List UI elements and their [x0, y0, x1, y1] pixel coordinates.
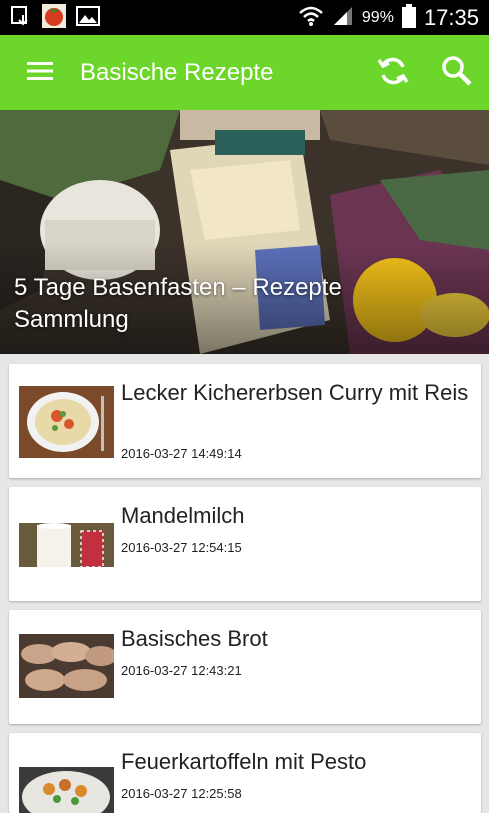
clock: 17:35: [423, 4, 479, 30]
recipe-title: Feuerkartoffeln mit Pesto: [121, 749, 367, 774]
hamburger-menu-icon: [27, 61, 53, 85]
recipe-card[interactable]: Mandelmilch 2016-03-27 12:54:15: [9, 487, 481, 601]
app-title: Basische Rezepte: [80, 58, 274, 86]
battery-percent: 99%: [361, 8, 394, 26]
recipe-thumbnail: [19, 634, 114, 698]
search-icon: [441, 55, 473, 91]
wifi-icon: [298, 5, 324, 31]
tomato-app-icon: [42, 3, 66, 32]
recipe-thumbnail: [19, 386, 114, 458]
refresh-icon: [376, 54, 410, 92]
recipe-thumbnail: [19, 767, 114, 813]
refresh-button[interactable]: [361, 35, 425, 110]
signal-icon: [332, 5, 354, 31]
search-button[interactable]: [425, 35, 489, 110]
recipe-date: 2016-03-27 12:25:58: [121, 786, 242, 801]
status-bar: 99% 17:35: [0, 0, 489, 35]
recipe-card[interactable]: Feuerkartoffeln mit Pesto 2016-03-27 12:…: [9, 733, 481, 813]
recipe-list: Lecker Kichererbsen Curry mit Reis 2016-…: [0, 354, 489, 813]
recipe-thumbnail: [19, 523, 114, 567]
download-icon: [10, 5, 32, 31]
recipe-card[interactable]: Basisches Brot 2016-03-27 12:43:21: [9, 610, 481, 724]
featured-recipe-title: 5 Tage Basenfasten – Rezepte Sammlung: [14, 274, 342, 333]
recipe-title: Lecker Kichererbsen Curry mit Reis: [121, 380, 469, 405]
recipe-title: Mandelmilch: [121, 503, 245, 528]
battery-icon: [401, 3, 416, 32]
recipe-date: 2016-03-27 12:43:21: [121, 663, 242, 678]
recipe-date: 2016-03-27 12:54:15: [121, 540, 242, 555]
image-icon: [76, 5, 100, 31]
recipe-date: 2016-03-27 14:49:14: [121, 446, 242, 461]
menu-button[interactable]: [0, 35, 80, 110]
recipe-title: Basisches Brot: [121, 626, 268, 651]
app-bar: Basische Rezepte: [0, 35, 489, 110]
recipe-card[interactable]: Lecker Kichererbsen Curry mit Reis 2016-…: [9, 364, 481, 478]
